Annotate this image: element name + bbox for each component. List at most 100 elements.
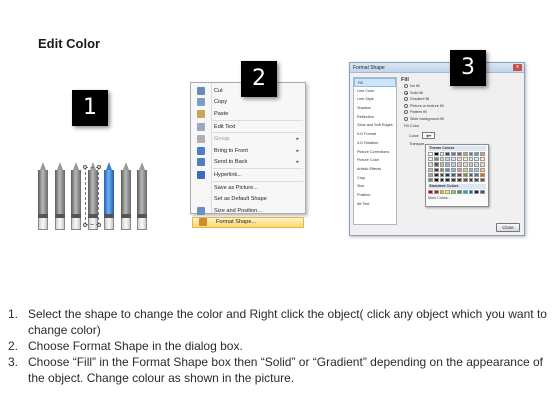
category-item[interactable]: Crop <box>354 174 396 183</box>
menu-item-copy[interactable]: Copy <box>191 97 305 109</box>
pencil[interactable] <box>71 162 81 232</box>
category-item[interactable]: Reflection <box>354 113 396 122</box>
color-swatch[interactable] <box>451 152 456 157</box>
radio-button[interactable] <box>404 90 408 95</box>
color-swatch[interactable] <box>456 162 462 167</box>
color-swatch[interactable] <box>468 157 474 162</box>
color-swatch[interactable] <box>428 190 433 195</box>
category-item[interactable]: 3-D Rotation <box>354 139 396 148</box>
color-swatch[interactable] <box>428 152 433 157</box>
color-swatch[interactable] <box>428 177 433 183</box>
color-swatch[interactable] <box>462 167 468 172</box>
color-swatch[interactable] <box>468 152 474 157</box>
color-swatch[interactable] <box>439 172 445 177</box>
color-swatch[interactable] <box>445 162 451 167</box>
color-swatch[interactable] <box>451 162 456 167</box>
color-swatch[interactable] <box>451 172 456 177</box>
color-swatch[interactable] <box>480 152 485 157</box>
color-swatch[interactable] <box>456 157 462 162</box>
color-swatch[interactable] <box>456 172 462 177</box>
category-item[interactable]: Artistic Effects <box>354 165 396 174</box>
color-swatch[interactable] <box>428 157 433 162</box>
category-item[interactable]: Shadow <box>354 104 396 113</box>
color-swatch[interactable] <box>456 152 462 157</box>
color-swatch[interactable] <box>445 172 451 177</box>
menu-item-edit-text[interactable]: Edit Text <box>191 121 305 133</box>
color-swatch[interactable] <box>433 157 439 162</box>
color-swatch[interactable] <box>480 177 485 183</box>
color-swatch[interactable] <box>451 190 456 195</box>
pencil[interactable] <box>38 162 48 232</box>
pencil[interactable] <box>54 162 65 232</box>
color-swatch[interactable] <box>474 190 480 195</box>
color-swatch[interactable] <box>428 162 433 167</box>
color-swatch[interactable] <box>439 157 445 162</box>
menu-item-size-and-position[interactable]: Size and Position... <box>191 205 305 217</box>
color-swatch[interactable] <box>439 177 445 183</box>
color-swatch[interactable] <box>480 167 485 172</box>
menu-item-bring-to-front[interactable]: Bring to Front ▸ <box>191 145 305 157</box>
pencil[interactable] <box>120 162 131 232</box>
color-swatch[interactable] <box>474 167 480 172</box>
color-swatch[interactable] <box>462 177 468 183</box>
color-swatch[interactable] <box>456 177 462 183</box>
color-swatch[interactable] <box>439 167 445 172</box>
more-colors-link[interactable]: More Colors... <box>428 196 486 200</box>
close-icon[interactable]: x <box>513 64 522 71</box>
category-item[interactable]: Alt Text <box>354 200 396 209</box>
color-swatch[interactable] <box>451 157 456 162</box>
category-item[interactable]: 3-D Format <box>354 130 396 139</box>
menu-item-paste[interactable]: Paste <box>191 108 305 120</box>
color-swatch[interactable] <box>474 152 480 157</box>
color-swatch[interactable] <box>468 172 474 177</box>
category-item[interactable]: Size <box>354 182 396 191</box>
color-swatch[interactable] <box>433 177 439 183</box>
color-swatch[interactable] <box>468 177 474 183</box>
resize-handle[interactable] <box>97 223 101 227</box>
menu-item-group[interactable]: Group ▸ <box>191 133 305 145</box>
radio-button[interactable] <box>404 110 408 115</box>
menu-item-format-shape[interactable]: Format Shape... <box>192 216 304 229</box>
color-swatch[interactable] <box>439 190 445 195</box>
pencil-selected[interactable] <box>104 162 114 232</box>
resize-handle[interactable] <box>83 223 87 227</box>
resize-handle[interactable] <box>83 165 87 169</box>
resize-handle[interactable] <box>97 165 101 169</box>
radio-button[interactable] <box>404 103 408 108</box>
color-swatch[interactable] <box>456 167 462 172</box>
color-swatch[interactable] <box>433 152 439 157</box>
radio-button[interactable] <box>404 116 408 121</box>
color-swatch[interactable] <box>474 177 480 183</box>
menu-item-set-as-default-shape[interactable]: Set as Default Shape <box>191 193 305 205</box>
menu-item-save-as-picture[interactable]: Save as Picture... <box>191 182 305 194</box>
color-swatch[interactable] <box>451 167 456 172</box>
color-swatch[interactable] <box>474 172 480 177</box>
radio-button[interactable] <box>404 97 408 102</box>
category-item[interactable]: Position <box>354 191 396 200</box>
color-swatch[interactable] <box>480 190 485 195</box>
color-swatch[interactable] <box>462 190 468 195</box>
color-swatch[interactable] <box>433 162 439 167</box>
color-swatch[interactable] <box>445 167 451 172</box>
color-swatch[interactable] <box>474 157 480 162</box>
color-swatch[interactable] <box>433 172 439 177</box>
color-swatch[interactable] <box>428 167 433 172</box>
menu-item-send-to-back[interactable]: Send to Back ▸ <box>191 157 305 169</box>
fill-option[interactable]: Slide background fill <box>404 116 521 123</box>
color-swatch[interactable] <box>445 157 451 162</box>
color-swatch[interactable] <box>462 162 468 167</box>
color-swatch[interactable] <box>439 152 445 157</box>
category-item[interactable]: Picture Corrections <box>354 148 396 157</box>
color-swatch[interactable] <box>462 157 468 162</box>
color-swatch[interactable] <box>468 162 474 167</box>
color-swatch[interactable] <box>451 177 456 183</box>
color-swatch[interactable] <box>462 152 468 157</box>
color-swatch[interactable] <box>445 190 451 195</box>
menu-item-hyperlink[interactable]: Hyperlink... <box>191 169 305 181</box>
color-swatch[interactable] <box>428 172 433 177</box>
color-swatch[interactable] <box>439 162 445 167</box>
color-swatch[interactable] <box>480 172 485 177</box>
radio-button[interactable] <box>404 84 408 89</box>
color-swatch[interactable] <box>433 167 439 172</box>
color-swatch[interactable] <box>445 152 451 157</box>
